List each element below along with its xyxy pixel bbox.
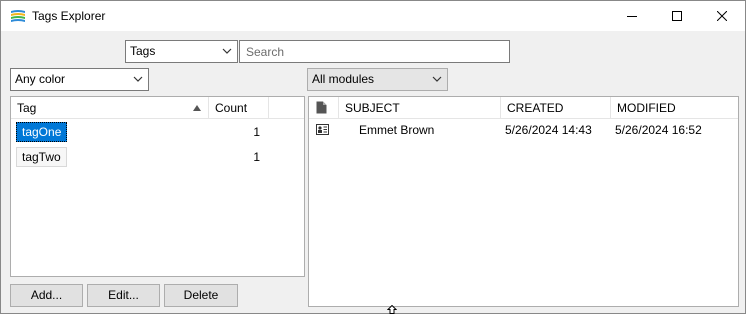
minimize-button[interactable]: [609, 1, 655, 31]
tag-column-label: Tag: [17, 101, 37, 115]
tags-explorer-window: Tags Explorer Tags Any color All modules…: [0, 0, 746, 314]
created-column-header[interactable]: CREATED: [501, 97, 611, 119]
created-column-label: CREATED: [507, 101, 564, 115]
modified-column-label: MODIFIED: [617, 101, 676, 115]
subject-column-label: SUBJECT: [345, 101, 400, 115]
created-cell: 5/26/2024 14:43: [505, 123, 592, 137]
contact-card-icon: [316, 124, 329, 135]
items-list[interactable]: SUBJECT CREATED MODIFIED Emmet Brown 5/2…: [308, 96, 739, 307]
subject-cell: Emmet Brown: [359, 123, 435, 137]
tag-label: tagOne: [22, 125, 62, 139]
document-icon: [316, 101, 327, 114]
tag-label: tagTwo: [22, 150, 61, 164]
resize-grip-icon[interactable]: [387, 305, 397, 314]
modified-column-header[interactable]: MODIFIED: [611, 97, 739, 119]
count-column-label: Count: [215, 101, 248, 115]
type-column-header[interactable]: [309, 97, 339, 119]
chevron-down-icon: [432, 76, 442, 82]
module-filter-value: All modules: [312, 72, 375, 86]
close-icon: [717, 11, 727, 21]
window-title: Tags Explorer: [32, 9, 106, 23]
module-filter-select[interactable]: All modules: [307, 68, 448, 91]
sort-ascending-icon: [193, 105, 201, 111]
search-field[interactable]: [239, 40, 510, 63]
title-bar[interactable]: Tags Explorer: [1, 1, 745, 31]
scope-select-value: Tags: [130, 44, 156, 58]
tags-list[interactable]: Tag Count tagOne 1 tagTwo 1: [10, 96, 305, 277]
tags-list-header: Tag Count: [11, 97, 304, 119]
chevron-down-icon: [133, 76, 143, 82]
maximize-button[interactable]: [654, 1, 700, 31]
subject-column-header[interactable]: SUBJECT: [339, 97, 501, 119]
color-filter-value: Any color: [15, 72, 66, 86]
delete-button[interactable]: Delete: [164, 284, 238, 307]
table-row[interactable]: Emmet Brown 5/26/2024 14:43 5/26/2024 16…: [309, 120, 738, 140]
modified-cell: 5/26/2024 16:52: [615, 123, 702, 137]
search-input[interactable]: [240, 41, 509, 62]
count-column-header[interactable]: Count: [209, 97, 269, 119]
scope-select[interactable]: Tags: [125, 40, 238, 63]
color-filter-select[interactable]: Any color: [10, 68, 149, 91]
tag-chip-tagtwo[interactable]: tagTwo: [16, 147, 67, 167]
edit-button[interactable]: Edit...: [87, 284, 160, 307]
close-button[interactable]: [699, 1, 745, 31]
tag-chip-tagone[interactable]: tagOne: [16, 122, 68, 142]
app-logo-icon: [11, 10, 25, 22]
tag-count: 1: [253, 125, 260, 139]
tag-column-header[interactable]: Tag: [11, 97, 209, 119]
minimize-icon: [627, 16, 637, 17]
add-button[interactable]: Add...: [10, 284, 83, 307]
items-list-header: SUBJECT CREATED MODIFIED: [309, 97, 738, 119]
tag-count: 1: [253, 150, 260, 164]
chevron-down-icon: [222, 48, 232, 54]
maximize-icon: [672, 11, 682, 21]
